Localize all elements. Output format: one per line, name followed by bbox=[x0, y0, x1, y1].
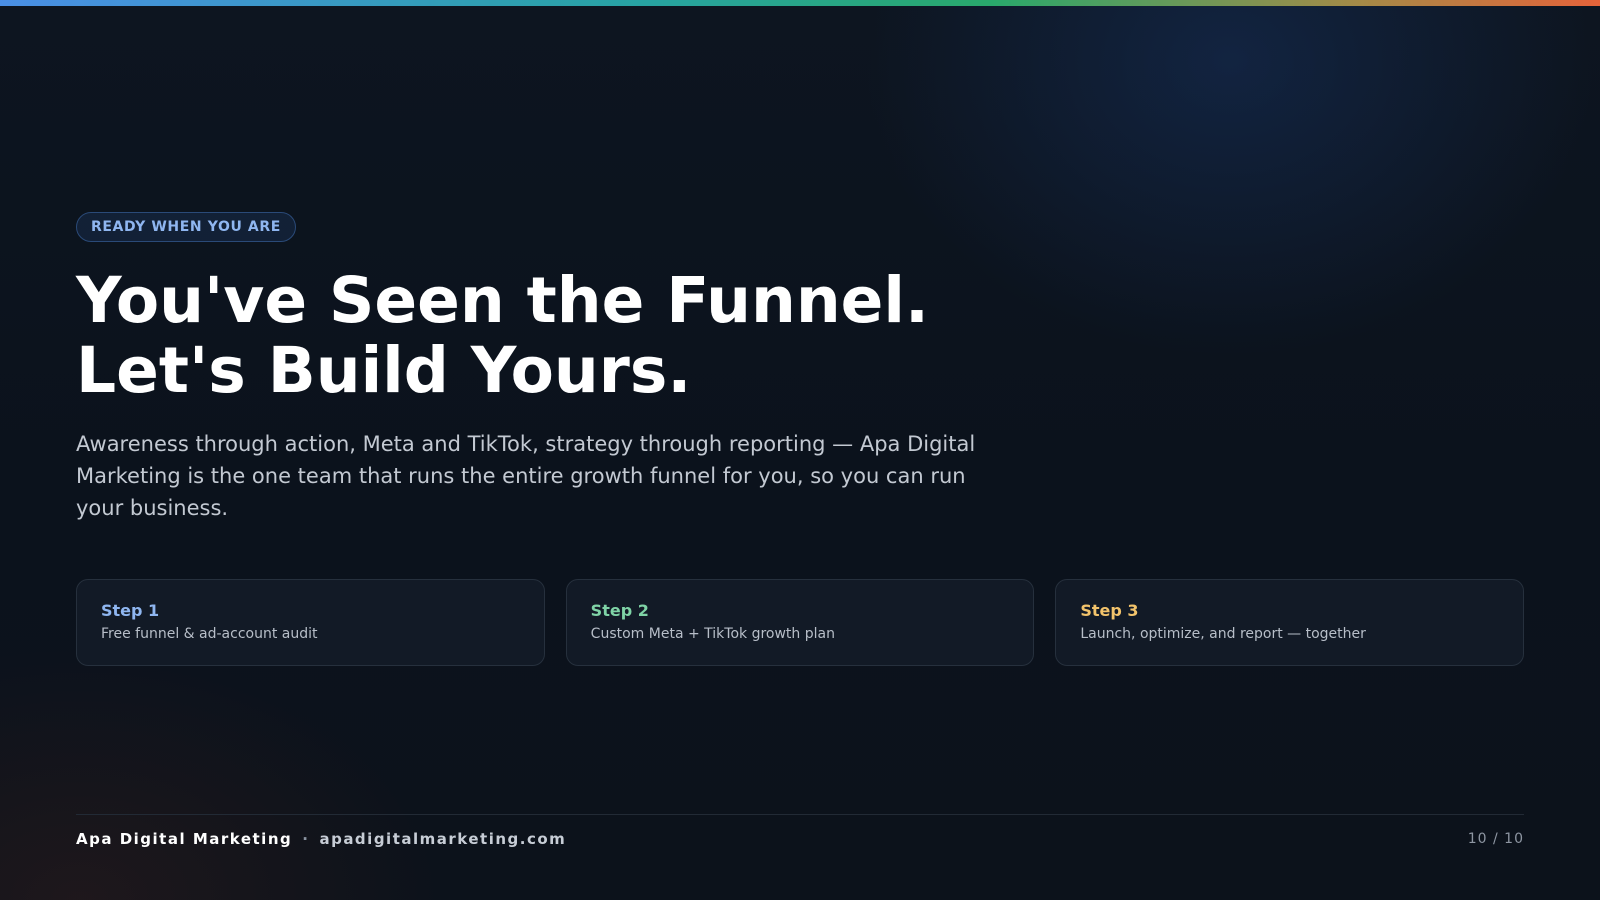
page-counter: 10 / 10 bbox=[1467, 831, 1524, 847]
step-card-1: Step 1 Free funnel & ad-account audit bbox=[76, 579, 545, 666]
step-3-title: Step 3 bbox=[1080, 601, 1139, 620]
step-2-description: Custom Meta + TikTok growth plan bbox=[590, 626, 835, 642]
footer-website: apadigitalmarketing.com bbox=[319, 830, 567, 848]
step-card-3: Step 3 Launch, optimize, and report — to… bbox=[1055, 579, 1525, 666]
page-title: You've Seen the Funnel. Let's Build Your… bbox=[76, 266, 1176, 406]
footer-brand-line: Apa Digital Marketing · apadigitalmarketin… bbox=[76, 829, 566, 849]
footer-separator: · bbox=[302, 830, 310, 848]
steps-row: Step 1 Free funnel & ad-account audit St… bbox=[76, 579, 1525, 666]
footer-brand-name: Apa Digital Marketing bbox=[76, 830, 293, 848]
slide-content: READY WHEN YOU ARE You've Seen the Funne… bbox=[76, 0, 1525, 900]
subtitle-paragraph: Awareness through action, Meta and TikTo… bbox=[76, 432, 976, 520]
step-1-title: Step 1 bbox=[101, 601, 160, 620]
step-card-2: Step 2 Custom Meta + TikTok growth plan bbox=[565, 579, 1035, 666]
footer-divider bbox=[76, 814, 1524, 815]
headline-line-2: Let's Build Yours. bbox=[76, 334, 692, 407]
headline-line-1: You've Seen the Funnel. bbox=[76, 264, 929, 337]
eyebrow-badge: READY WHEN YOU ARE bbox=[76, 212, 296, 242]
step-3-description: Launch, optimize, and report — together bbox=[1080, 626, 1366, 642]
step-1-description: Free funnel & ad-account audit bbox=[101, 626, 318, 642]
step-2-title: Step 2 bbox=[590, 601, 649, 620]
